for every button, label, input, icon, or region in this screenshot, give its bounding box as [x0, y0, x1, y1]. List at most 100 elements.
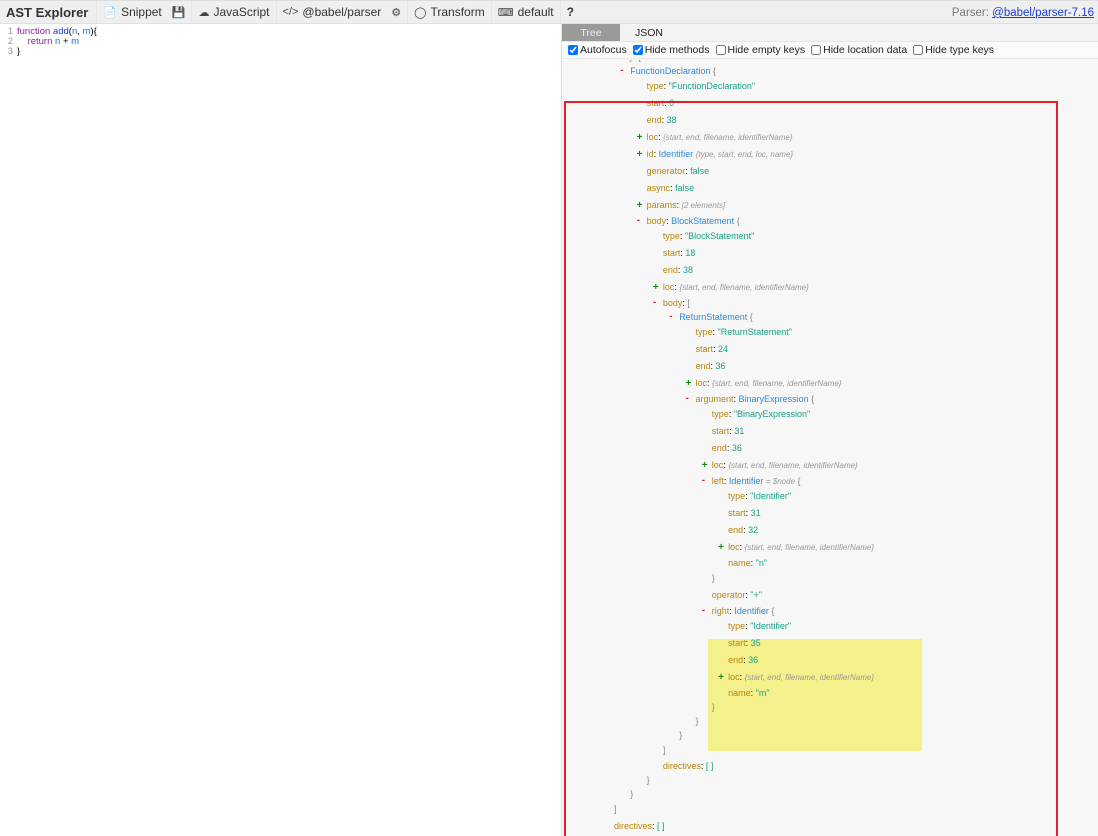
toolbar: AST Explorer 📄 Snippet 💾 ☁ JavaScript </> @b… — [0, 0, 1098, 24]
collapse-icon[interactable]: - — [702, 604, 705, 618]
transform-toggle[interactable]: ◯ Transform — [407, 1, 491, 23]
option-hide-methods[interactable]: Hide methods — [632, 44, 710, 56]
tree-node[interactable]: type: "FunctionDeclaration" — [562, 78, 1098, 95]
code-token: m — [71, 36, 80, 47]
tree-node[interactable]: end: 36 — [562, 358, 1098, 375]
tree-node[interactable]: - ReturnStatement { — [562, 310, 1098, 324]
help-button[interactable]: ? — [559, 1, 580, 23]
expand-icon[interactable]: + — [718, 539, 724, 556]
tree-node[interactable]: start: 24 — [562, 341, 1098, 358]
tree-node[interactable]: type: "BinaryExpression" — [562, 406, 1098, 423]
tree-node[interactable]: ] — [562, 801, 1098, 818]
keymap-select[interactable]: ⌨ default — [490, 1, 560, 23]
expand-icon[interactable]: + — [718, 669, 724, 686]
collapse-icon[interactable]: - — [620, 64, 623, 78]
expand-icon[interactable]: + — [637, 146, 643, 163]
tree-node[interactable]: type: "ReturnStatement" — [562, 324, 1098, 341]
expand-icon[interactable]: + — [637, 129, 643, 146]
tree-node[interactable]: start: 18 — [562, 245, 1098, 262]
checkbox[interactable] — [715, 45, 726, 55]
tree-node[interactable]: - body: BlockStatement { — [562, 214, 1098, 228]
tree-node[interactable]: name: "m" — [562, 686, 1098, 700]
tree-node[interactable]: } — [562, 700, 1098, 714]
tab-tree[interactable]: Tree — [562, 24, 620, 41]
tree-node[interactable]: start: 0 — [562, 95, 1098, 112]
checkbox[interactable] — [913, 45, 924, 55]
collapse-icon[interactable]: - — [686, 392, 689, 406]
option-autofocus[interactable]: Autofocus — [568, 44, 627, 56]
tree-node[interactable]: name: "n" — [562, 556, 1098, 570]
tree-node[interactable]: type: "Identifier" — [562, 488, 1098, 505]
tree-node[interactable]: end: 38 — [562, 112, 1098, 129]
tree-node[interactable]: } — [562, 787, 1098, 801]
save-icon[interactable]: 💾 — [172, 6, 186, 19]
tree-node[interactable]: - FunctionDeclaration { — [562, 64, 1098, 78]
tree-node[interactable]: + params: [2 elements] — [562, 197, 1098, 214]
parser-version-link[interactable]: @babel/parser-7.16 — [992, 7, 1094, 19]
tree-node[interactable]: + id: Identifier {type, start, end, loc, … — [562, 146, 1098, 163]
collapse-icon[interactable]: - — [669, 310, 672, 324]
code-editor[interactable]: 1 function add(n, m){2 return n + m 3} — [0, 25, 560, 836]
tree-node[interactable]: end: 36 — [562, 440, 1098, 457]
tree-node[interactable]: + loc: {start, end, filename, identifierN… — [562, 669, 1098, 686]
code-token: + — [60, 36, 72, 47]
tree-node[interactable]: ] — [562, 742, 1098, 759]
bracket: ] — [662, 745, 666, 755]
node-key: type — [662, 231, 680, 241]
language-select[interactable]: ☁ JavaScript — [191, 1, 275, 23]
snippet-menu[interactable]: 📄 Snippet 💾 — [96, 1, 191, 23]
collapse-icon[interactable]: - — [702, 474, 705, 488]
tree-node[interactable]: type: "BlockStatement" — [562, 228, 1098, 245]
option-hide-empty-keys[interactable]: Hide empty keys — [715, 44, 806, 56]
keymap-label: default — [517, 5, 554, 19]
tree-node[interactable]: } — [562, 570, 1098, 587]
node-value: 38 — [666, 115, 677, 125]
tree-node[interactable]: - argument: BinaryExpression { — [562, 392, 1098, 406]
tree-node[interactable]: start: 31 — [562, 505, 1098, 522]
checkbox[interactable] — [811, 45, 822, 55]
tab-json[interactable]: JSON — [620, 24, 678, 41]
node-value: 36 — [748, 655, 759, 665]
tree-node[interactable]: type: "Identifier" — [562, 618, 1098, 635]
tree-node[interactable]: end: 36 — [562, 652, 1098, 669]
collapse-icon[interactable]: - — [637, 214, 640, 228]
tree-node[interactable]: async: false — [562, 180, 1098, 197]
tree-node[interactable]: generator: false — [562, 163, 1098, 180]
expand-icon[interactable]: + — [686, 375, 692, 392]
tree-node[interactable]: - left: Identifier = $node { — [562, 474, 1098, 488]
tree-node[interactable]: + loc: {start, end, filename, identifierN… — [562, 129, 1098, 146]
tree-node[interactable]: } — [562, 728, 1098, 742]
view-tabs: Tree JSON — [562, 24, 1098, 42]
checkbox[interactable] — [632, 45, 643, 55]
collapse-icon[interactable]: - — [653, 296, 656, 310]
parser-select[interactable]: </> @babel/parser ⚙ — [275, 1, 408, 23]
node-key: type — [728, 491, 746, 501]
tree-node[interactable]: } — [562, 714, 1098, 728]
tree-node[interactable]: operator: "+" — [562, 587, 1098, 604]
node-value: "+" — [750, 590, 762, 600]
node-value: "Identifier" — [750, 621, 792, 631]
gear-icon[interactable]: ⚙ — [391, 6, 401, 19]
tree-node[interactable]: directives: [ ] — [562, 818, 1098, 835]
node-key: body — [662, 298, 683, 308]
tree-node[interactable]: } — [562, 773, 1098, 787]
expand-icon[interactable]: + — [637, 197, 643, 214]
option-hide-type-keys[interactable]: Hide type keys — [913, 44, 994, 56]
checkbox[interactable] — [568, 45, 578, 55]
tree-node[interactable]: -body: [ — [562, 296, 1098, 310]
tree-node[interactable]: + loc: {start, end, filename, identifierN… — [562, 279, 1098, 296]
tree-node[interactable]: start: 31 — [562, 423, 1098, 440]
tree-node[interactable]: start: 35 — [562, 635, 1098, 652]
tree-node[interactable]: + loc: {start, end, filename, identifierN… — [562, 457, 1098, 474]
tree-node[interactable]: end: 32 — [562, 522, 1098, 539]
option-hide-location-data[interactable]: Hide location data — [811, 44, 907, 56]
expand-icon[interactable]: + — [702, 457, 708, 474]
code-token: return — [27, 36, 56, 47]
tree-node[interactable]: + loc: {start, end, filename, identifierN… — [562, 539, 1098, 556]
expand-icon[interactable]: + — [653, 279, 659, 296]
tree-node[interactable]: end: 38 — [562, 262, 1098, 279]
tree-node[interactable]: - right: Identifier { — [562, 604, 1098, 618]
tree-node[interactable]: directives: [ ] — [562, 759, 1098, 773]
option-label: Hide empty keys — [727, 44, 806, 56]
tree-node[interactable]: + loc: {start, end, filename, identifierN… — [562, 375, 1098, 392]
